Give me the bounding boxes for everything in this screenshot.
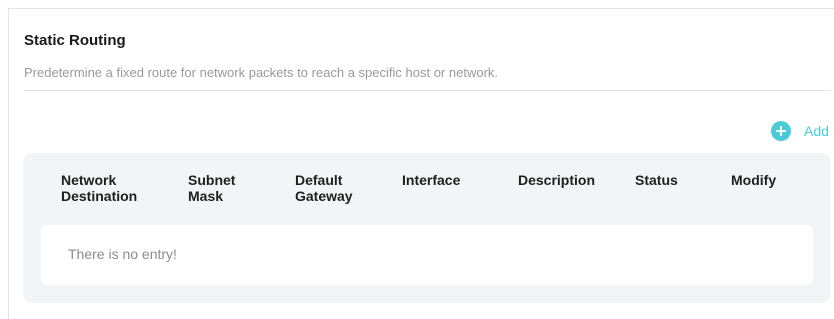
empty-message: There is no entry! xyxy=(68,246,177,262)
routing-table: Network Destination Subnet Mask Default … xyxy=(23,153,831,303)
column-header-line: Subnet xyxy=(188,172,236,188)
column-header-line: Modify xyxy=(731,172,777,188)
plus-circle-icon xyxy=(771,121,791,141)
column-header-network-destination: Network Destination xyxy=(61,172,137,204)
column-header-modify: Modify xyxy=(731,172,776,188)
column-header-line: Interface xyxy=(402,172,461,188)
empty-table-row: There is no entry! xyxy=(41,225,813,285)
column-header-description: Description xyxy=(518,172,595,188)
section-description: Predetermine a fixed route for network p… xyxy=(24,65,499,80)
static-routing-panel: Static Routing Predetermine a fixed rout… xyxy=(8,8,834,319)
column-header-subnet-mask: Subnet Mask xyxy=(188,172,235,204)
column-header-line: Description xyxy=(518,172,596,188)
column-header-default-gateway: Default Gateway xyxy=(295,172,353,204)
column-header-line: Destination xyxy=(61,188,138,204)
column-header-line: Default xyxy=(295,172,343,188)
column-header-line: Mask xyxy=(188,188,224,204)
column-header-interface: Interface xyxy=(402,172,460,188)
column-header-line: Network xyxy=(61,172,117,188)
column-header-status: Status xyxy=(635,172,678,188)
add-button-label: Add xyxy=(804,123,829,139)
divider xyxy=(24,90,831,91)
column-header-line: Gateway xyxy=(295,188,353,204)
section-title: Static Routing xyxy=(24,32,126,49)
add-button[interactable]: Add xyxy=(771,121,829,141)
column-header-line: Status xyxy=(635,172,678,188)
